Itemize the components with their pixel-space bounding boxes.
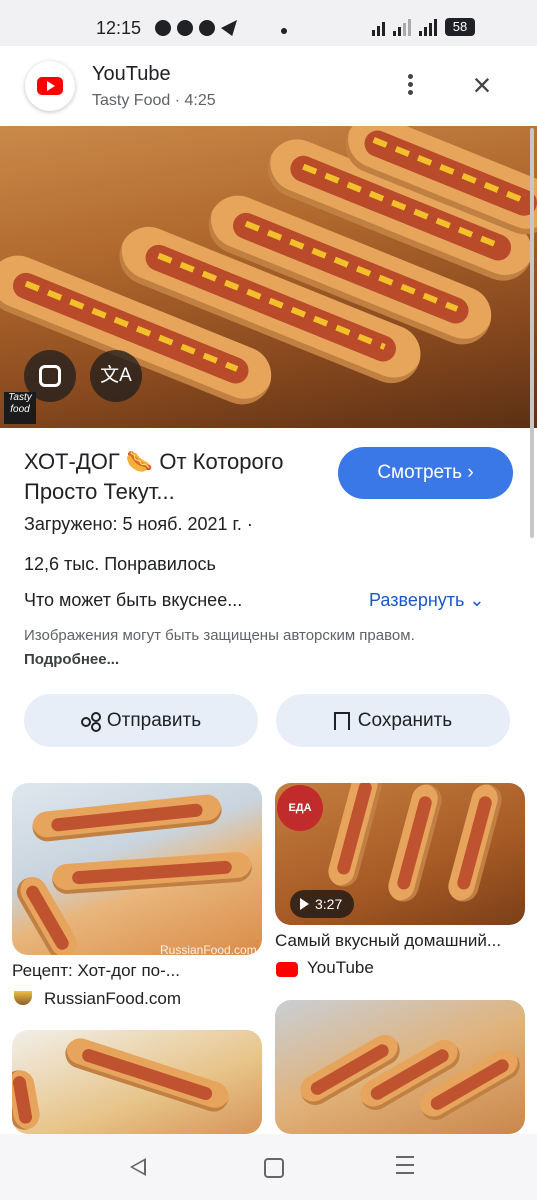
copyright-notice: Изображения могут быть защищены авторски… bbox=[24, 624, 464, 672]
share-label: Отправить bbox=[106, 710, 202, 731]
youtube-source-icon bbox=[276, 962, 298, 977]
video-title: ХОТ-ДОГ 🌭 От Которого Просто Текут... bbox=[24, 449, 284, 504]
related-caption[interactable]: Рецепт: Хот-дог по-... bbox=[12, 961, 180, 981]
app-name: YouTube bbox=[92, 63, 171, 85]
wifi-icon bbox=[372, 18, 385, 36]
status-time: 12:15 bbox=[96, 18, 142, 38]
copyright-text: Изображения могут быть защищены авторски… bbox=[24, 627, 415, 644]
russianfood-logo-icon bbox=[14, 991, 32, 1005]
translate-button[interactable]: 文A bbox=[90, 350, 142, 402]
telegram-icon bbox=[221, 20, 237, 36]
play-icon bbox=[300, 898, 309, 910]
channel-badge: ЕДА bbox=[277, 785, 323, 831]
related-thumbnail[interactable] bbox=[275, 1000, 525, 1134]
header-subtitle: Tasty Food · 4:25 bbox=[92, 92, 216, 109]
thumbnail-watermark: RussianFood.com bbox=[160, 943, 257, 957]
hero-image[interactable] bbox=[0, 126, 537, 428]
battery-icon: 58 bbox=[445, 18, 475, 36]
related-thumbnail[interactable] bbox=[12, 1030, 262, 1134]
preview-header: YouTube Tasty Food · 4:25 × bbox=[0, 46, 537, 126]
viber-icon bbox=[199, 20, 215, 36]
video-duration: 3:27 bbox=[290, 890, 354, 918]
status-bar: 12:15 58 bbox=[0, 0, 537, 46]
share-icon bbox=[80, 711, 101, 732]
watch-button[interactable]: Смотреть › bbox=[338, 447, 513, 499]
bookmark-icon bbox=[333, 711, 350, 730]
back-icon[interactable] bbox=[130, 1158, 146, 1176]
message-icon bbox=[155, 20, 171, 36]
related-caption[interactable]: Самый вкусный домашний... bbox=[275, 931, 501, 951]
scrollbar[interactable] bbox=[530, 128, 534, 538]
save-label: Сохранить bbox=[357, 710, 453, 731]
share-button[interactable]: Отправить bbox=[24, 694, 258, 747]
learn-more-link[interactable]: Подробнее... bbox=[24, 651, 119, 668]
related-thumbnail[interactable] bbox=[12, 783, 262, 955]
related-source[interactable]: RussianFood.com bbox=[44, 989, 181, 1009]
system-nav-bar bbox=[0, 1134, 537, 1200]
tasty-food-logo: Tasty food bbox=[4, 392, 36, 424]
signal-2-icon bbox=[419, 18, 437, 36]
signal-icon bbox=[393, 18, 411, 36]
youtube-logo-icon bbox=[25, 61, 75, 111]
more-options-icon[interactable] bbox=[398, 71, 422, 101]
recent-apps-icon[interactable] bbox=[396, 1156, 414, 1180]
description-text: Что может быть вкуснее... bbox=[24, 590, 243, 610]
upload-date: Загружено: 5 нояб. 2021 г. · bbox=[24, 514, 253, 534]
status-right: 58 bbox=[372, 18, 475, 36]
close-icon[interactable]: × bbox=[466, 69, 498, 102]
notification-icons bbox=[155, 20, 237, 36]
likes-count: 12,6 тыс. Понравилось bbox=[24, 554, 216, 574]
save-button[interactable]: Сохранить bbox=[276, 694, 510, 747]
lens-icon bbox=[39, 365, 61, 387]
status-dot-icon bbox=[281, 28, 287, 34]
home-icon[interactable] bbox=[264, 1158, 284, 1178]
expand-link[interactable]: Развернуть ⌄ bbox=[369, 590, 485, 611]
whatsapp-icon bbox=[177, 20, 193, 36]
related-source[interactable]: YouTube bbox=[307, 958, 374, 978]
